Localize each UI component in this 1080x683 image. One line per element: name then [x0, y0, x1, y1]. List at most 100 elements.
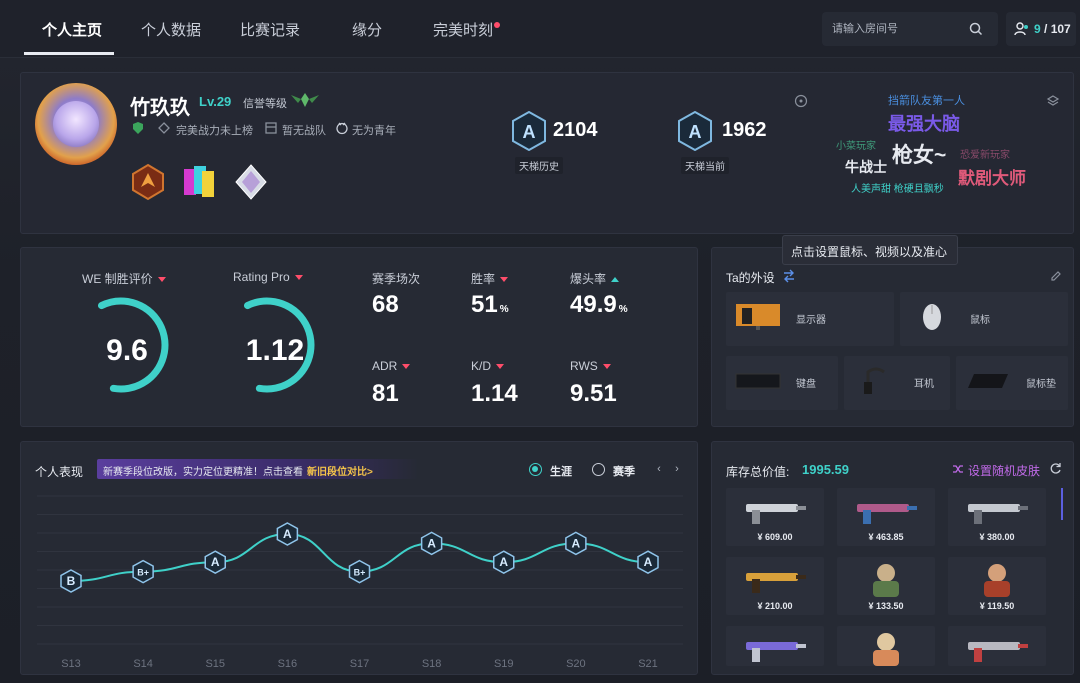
inventory-panel: 库存总价值: 1995.59 设置随机皮肤 ¥ 609.00 ¥ 463.85 ¥ … — [711, 441, 1074, 675]
prev-page-button[interactable]: ‹ — [651, 461, 667, 477]
rank-point-label: A — [283, 527, 292, 541]
keyboard-icon — [735, 373, 781, 389]
gear-label: 耳机 — [914, 379, 934, 390]
we-rating-label[interactable]: WE 制胜评价 — [82, 270, 166, 287]
stat-value: 1.14 — [471, 380, 518, 407]
rank-point: A — [637, 550, 659, 575]
tab-perfect-moments[interactable]: 完美时刻 — [433, 19, 493, 40]
refresh-icon[interactable] — [1049, 462, 1062, 475]
stat-value: 81 — [372, 380, 399, 407]
tag-item: 人美声甜 枪硬且飘秒 — [851, 184, 944, 195]
inventory-item[interactable]: ¥ 380.00 — [948, 488, 1046, 546]
rank-point-label: A — [211, 555, 220, 569]
ladder-current-label: 天梯当前 — [681, 157, 729, 174]
tab-fate[interactable]: 缘分 — [352, 19, 382, 40]
we-rating-value: 9.6 — [106, 334, 148, 367]
inventory-scrollbar[interactable] — [1061, 488, 1063, 520]
random-skin-button[interactable]: 设置随机皮肤 — [968, 462, 1040, 479]
stat-label[interactable]: 爆头率 — [570, 270, 620, 287]
gear-panel: Ta的外设 显示器 鼠标 键盘 耳机 鼠标垫 — [711, 247, 1074, 427]
skin-image — [746, 573, 806, 593]
perfect-power-status: 完美战力未上榜 — [176, 125, 253, 137]
season-notice[interactable]: 新赛季段位改版，实力定位更精准！点击查看 新旧段位对比> — [97, 459, 419, 479]
gear-label: 键盘 — [796, 379, 816, 390]
inventory-item[interactable]: ¥ 119.50 — [948, 557, 1046, 615]
season-compare-link[interactable]: 新旧段位对比> — [307, 467, 373, 478]
next-page-button[interactable]: › — [669, 461, 685, 477]
inventory-item[interactable] — [948, 626, 1046, 666]
rating-pro-label[interactable]: Rating Pro — [233, 270, 303, 284]
medal-dragon-icon[interactable] — [129, 163, 167, 201]
career-label: 生涯 — [550, 466, 572, 478]
stat-label[interactable]: ADR — [372, 359, 411, 373]
rating-panel: WE 制胜评价 9.6 Rating Pro 1.12 赛季场次 68 胜率 5… — [20, 247, 698, 427]
inventory-price: ¥ 210.00 — [757, 601, 793, 611]
x-tick-label: S21 — [638, 658, 658, 670]
avatar[interactable] — [35, 83, 117, 165]
inventory-item[interactable]: ¥ 609.00 — [726, 488, 824, 546]
stat-label[interactable]: 胜率 — [471, 270, 509, 287]
trend-down-icon — [602, 364, 611, 370]
season-radio[interactable] — [592, 463, 605, 476]
headset-icon — [864, 367, 885, 394]
gear-headset[interactable]: 耳机 — [844, 356, 950, 410]
room-search-input[interactable] — [832, 20, 962, 38]
inventory-item[interactable]: ¥ 463.85 — [837, 488, 935, 546]
team-icon — [265, 122, 277, 134]
info-icon[interactable] — [794, 94, 808, 108]
ladder-current-rank-icon: A — [678, 111, 712, 151]
rating-trend-down-icon — [294, 275, 303, 281]
rank-point: A — [420, 531, 443, 556]
ladder-history-score: 2104 — [553, 119, 598, 141]
inventory-item[interactable]: ¥ 210.00 — [726, 557, 824, 615]
x-tick-label: S13 — [61, 658, 81, 670]
power-rank-icon — [158, 122, 170, 134]
inventory-item[interactable] — [837, 626, 935, 666]
tag-item: 小菜玩家 — [836, 141, 876, 152]
svg-text:A: A — [523, 122, 536, 142]
tab-home[interactable]: 个人主页 — [42, 19, 102, 40]
inventory-item[interactable] — [726, 626, 824, 666]
youth-icon — [336, 122, 348, 135]
tag-item: 牛战士 — [845, 159, 887, 175]
rank-point: B+ — [348, 559, 371, 584]
gear-monitor[interactable]: 显示器 — [726, 292, 894, 346]
credit-wings-icon[interactable] — [289, 91, 321, 109]
we-trend-down-icon — [157, 277, 166, 283]
rank-point-label: A — [427, 536, 436, 550]
career-radio[interactable] — [529, 463, 542, 476]
tab-personal-data[interactable]: 个人数据 — [141, 19, 201, 40]
rank-point: A — [204, 550, 226, 575]
medal-colorful-icon[interactable] — [180, 163, 218, 201]
gear-title: Ta的外设 — [726, 271, 775, 285]
swap-icon[interactable] — [782, 269, 796, 283]
gear-keyboard[interactable]: 键盘 — [726, 356, 838, 410]
medal-diamond-icon[interactable] — [232, 163, 270, 201]
inventory-title: 库存总价值: — [726, 465, 790, 479]
tab-match-records[interactable]: 比赛记录 — [240, 19, 300, 40]
search-icon[interactable] — [968, 21, 984, 37]
layers-icon[interactable] — [1046, 94, 1060, 108]
rank-point: A — [565, 531, 587, 556]
rank-point: B — [60, 569, 82, 593]
stat-label[interactable]: K/D — [471, 359, 505, 373]
friends-icon — [1014, 22, 1028, 36]
gear-mousepad[interactable]: 鼠标垫 — [956, 356, 1068, 410]
inventory-price: ¥ 609.00 — [757, 532, 793, 542]
skin-image — [746, 642, 806, 662]
gear-mouse[interactable]: 鼠标 — [900, 292, 1068, 346]
stat-label[interactable]: RWS — [570, 359, 611, 373]
edit-icon[interactable] — [1050, 270, 1062, 282]
shuffle-icon[interactable] — [952, 463, 964, 475]
mousepad-icon — [968, 374, 1008, 388]
season-notice-text: 新赛季段位改版，实力定位更精准！点击查看 — [103, 467, 303, 478]
team-status: 暂无战队 — [282, 125, 326, 137]
friends-button[interactable]: 9 / 107 — [1006, 12, 1076, 46]
notification-dot — [494, 22, 500, 28]
inventory-item[interactable]: ¥ 133.50 — [837, 557, 935, 615]
rank-point: B+ — [132, 559, 154, 584]
tag-item: 默剧大师 — [958, 169, 1026, 188]
mouse-icon — [923, 304, 941, 330]
tooltip: 点击设置鼠标、视频以及准心 — [782, 235, 958, 265]
ladder-history-label: 天梯历史 — [515, 157, 563, 174]
